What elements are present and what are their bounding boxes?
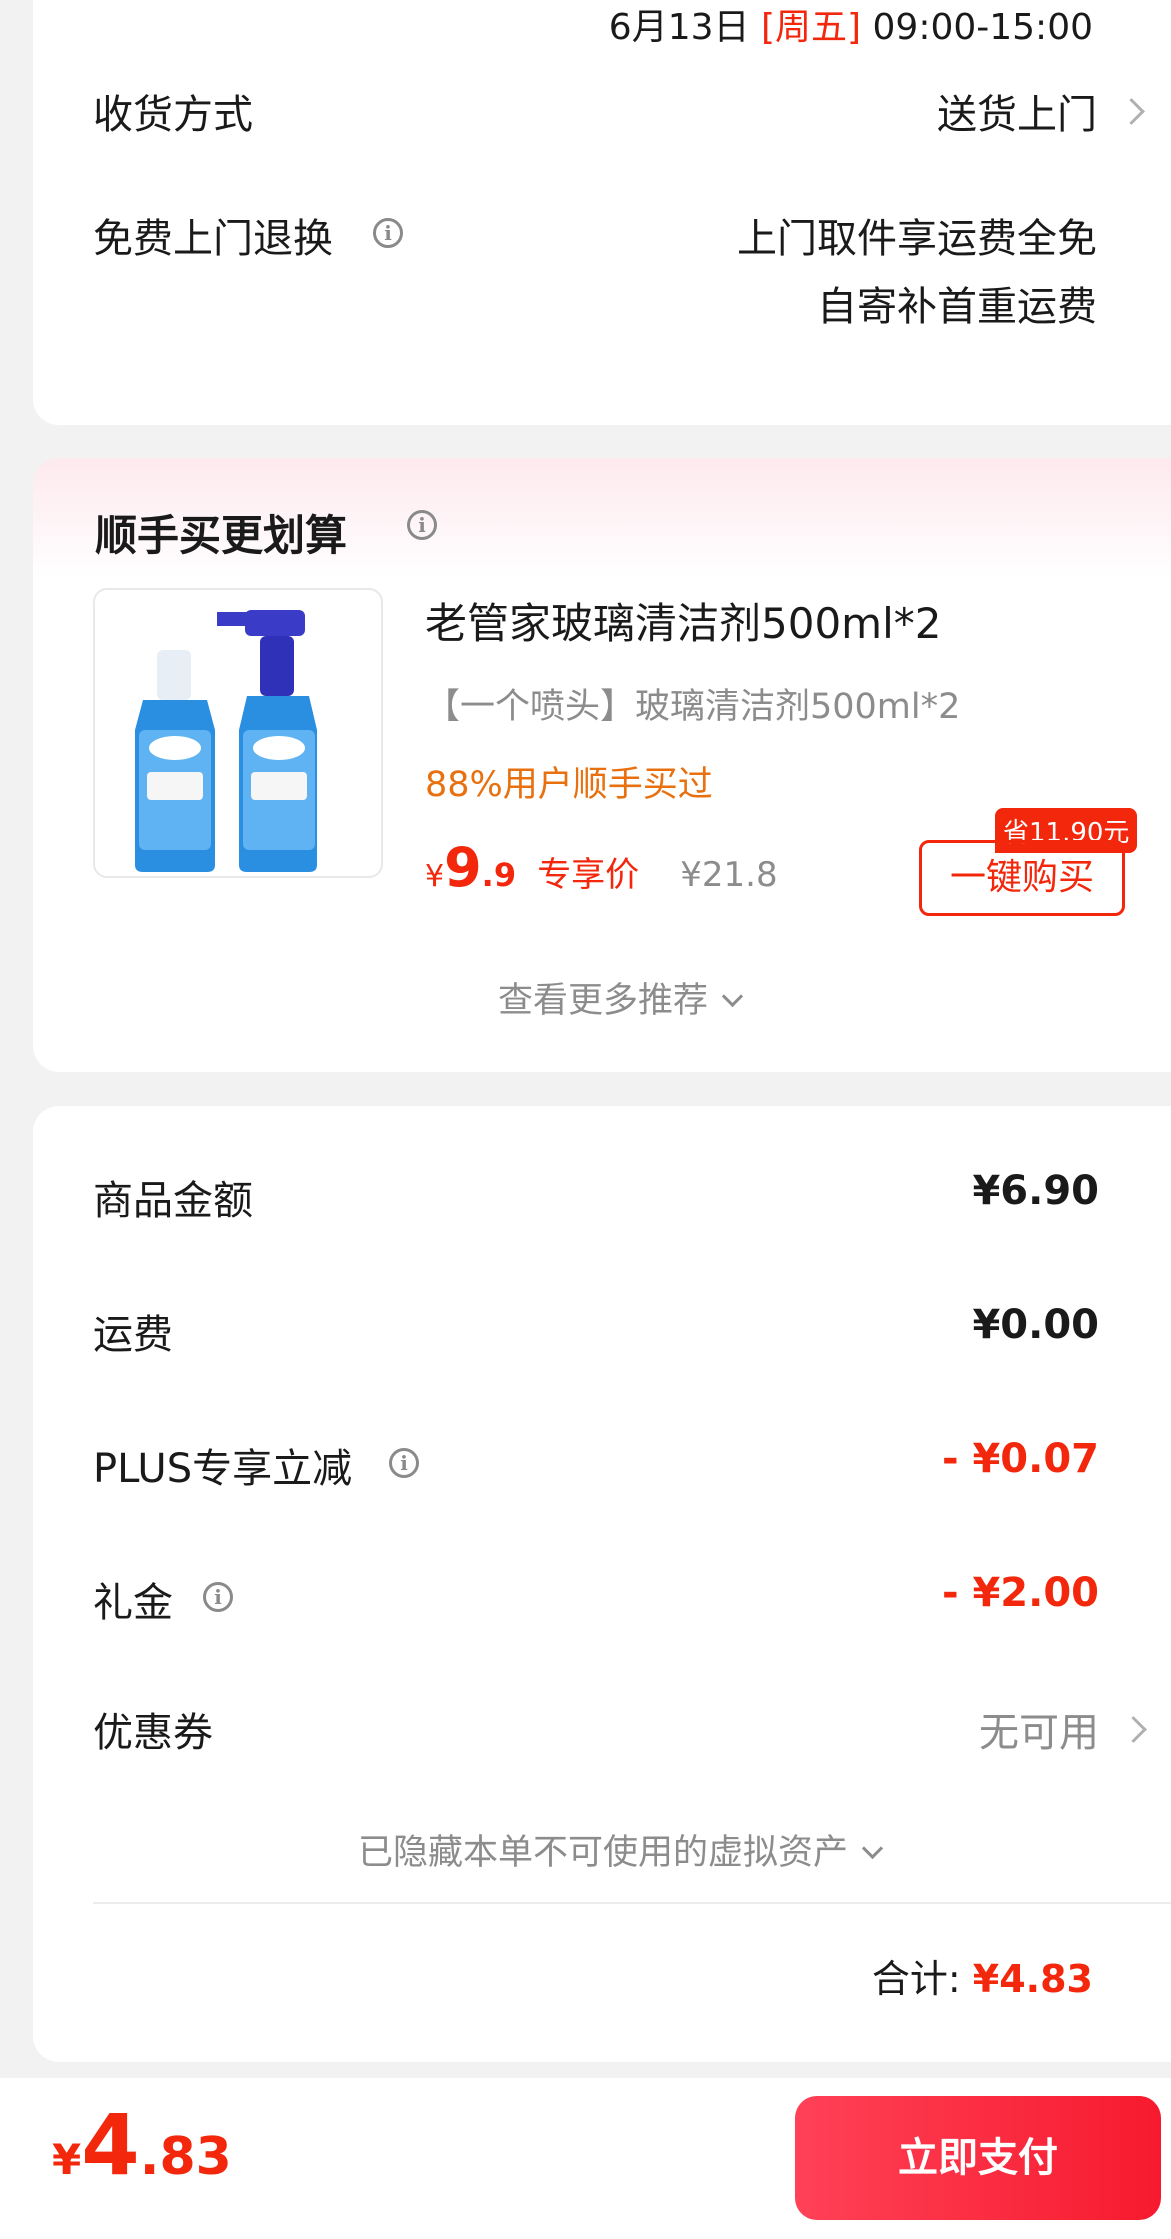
info-icon[interactable]: i [373, 218, 403, 248]
divider [93, 1902, 1171, 1904]
delivery-time-range: 09:00-15:00 [872, 7, 1093, 48]
order-total: 合计: ¥4.83 [872, 1948, 1093, 2003]
original-price: ¥21.8 [680, 855, 778, 895]
price-symbol: ¥ [425, 859, 445, 894]
product-stat: 88%用户顺手买过 [425, 765, 713, 805]
coupon-value[interactable]: 无可用 [979, 1700, 1099, 1758]
delivery-date: 6月13日 [608, 7, 750, 48]
free-return-label: 免费上门退换 [93, 216, 333, 262]
coupon-label: 优惠券 [93, 1710, 213, 1756]
chevron-down-icon [861, 1837, 884, 1860]
plus-discount-value: - ¥0.07 [941, 1436, 1099, 1482]
delivery-time: 6月13日 [周五] 09:00-15:00 [609, 0, 1093, 50]
gift-money-value: - ¥2.00 [941, 1570, 1099, 1616]
chevron-right-icon [1118, 98, 1145, 125]
shipping-label: 运费 [93, 1312, 173, 1358]
product-name[interactable]: 老管家玻璃清洁剂500ml*2 [425, 590, 941, 651]
chevron-down-icon [721, 985, 744, 1008]
glass-cleaner-bottles-image [135, 610, 317, 872]
upsell-card: 顺手买更划算 i 老管家玻璃清洁剂500ml*2 【一个喷头】玻璃清洁剂500m… [33, 458, 1171, 1072]
goods-amount-label: 商品金额 [93, 1178, 253, 1224]
upsell-title: 顺手买更划算 [95, 511, 348, 560]
footer-price-decimal: .83 [139, 2127, 232, 2187]
product-image[interactable] [93, 588, 383, 878]
price-decimal: .9 [481, 856, 517, 894]
goods-amount-value: ¥6.90 [972, 1168, 1099, 1214]
hidden-assets-toggle[interactable]: 已隐藏本单不可使用的虚拟资产 [33, 1824, 1171, 1875]
checkout-footer: ¥4.83 立即支付 [0, 2078, 1171, 2239]
delivery-weekday: [周五] [760, 7, 862, 48]
product-spec: 【一个喷头】玻璃清洁剂500ml*2 [425, 687, 961, 727]
footer-price-integer: 4 [81, 2096, 140, 2194]
total-label: 合计: [871, 1957, 961, 2001]
info-icon[interactable]: i [407, 510, 437, 540]
footer-price-symbol: ¥ [52, 2135, 82, 2184]
pay-now-button[interactable]: 立即支付 [795, 2096, 1161, 2220]
delivery-method-label: 收货方式 [93, 92, 253, 138]
one-click-buy-button[interactable]: 一键购买 [919, 840, 1125, 916]
see-more-recommendations[interactable]: 查看更多推荐 [33, 972, 1171, 1023]
info-icon[interactable]: i [203, 1582, 233, 1612]
info-icon[interactable]: i [389, 1448, 419, 1478]
chevron-right-icon [1120, 1716, 1147, 1743]
shipping-value: ¥0.00 [972, 1302, 1099, 1348]
plus-discount-label: PLUS专享立减 [93, 1446, 353, 1492]
delivery-method-value[interactable]: 送货上门 [937, 82, 1097, 140]
order-summary-card: 商品金额 ¥6.90 运费 ¥0.00 PLUS专享立减 i - ¥0.07 礼… [33, 1106, 1171, 2062]
see-more-label: 查看更多推荐 [497, 981, 708, 1021]
price-tag: 专享价 [537, 855, 640, 895]
free-return-line1: 上门取件享运费全免 [737, 216, 1097, 262]
product-price: ¥9.9 专享价 ¥21.8 [425, 836, 778, 899]
free-return-line2: 自寄补首重运费 [817, 284, 1097, 330]
footer-total-price: ¥4.83 [52, 2096, 232, 2194]
delivery-card: 6月13日 [周五] 09:00-15:00 收货方式 送货上门 免费上门退换 … [33, 0, 1171, 425]
gift-money-label: 礼金 [93, 1580, 173, 1626]
price-integer: 9 [444, 836, 482, 899]
total-value: ¥4.83 [972, 1957, 1093, 2001]
hidden-assets-label: 已隐藏本单不可使用的虚拟资产 [357, 1833, 848, 1873]
